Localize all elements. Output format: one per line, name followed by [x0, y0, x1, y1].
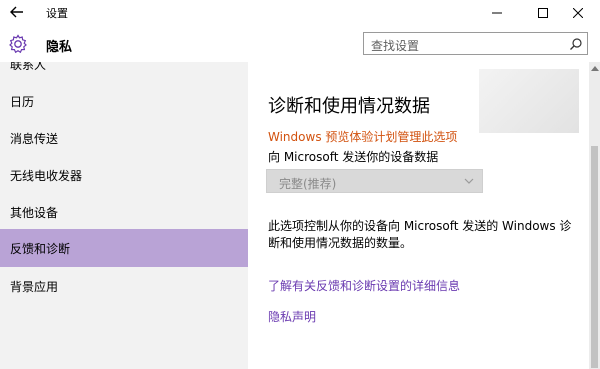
page-title: 隐私: [46, 40, 73, 55]
section-heading: 诊断和使用情况数据: [268, 96, 430, 117]
learn-more-link[interactable]: 了解有关反馈和诊断设置的详细信息: [268, 277, 460, 294]
sidebar-item-messaging[interactable]: 消息传送: [0, 119, 248, 157]
diagnostic-level-dropdown[interactable]: 完整(推荐): [266, 169, 483, 193]
scrollbar[interactable]: [589, 62, 600, 369]
chevron-down-icon: [464, 178, 474, 184]
sidebar-item-feedback-diagnostics[interactable]: 反馈和诊断: [0, 229, 248, 267]
scroll-thumb[interactable]: [591, 146, 598, 368]
back-button[interactable]: [6, 2, 28, 22]
sidebar-item-label: 消息传送: [10, 132, 59, 146]
dropdown-selected-value: 完整(推荐): [279, 177, 337, 191]
window-title: 设置: [46, 7, 68, 20]
sidebar-item-label: 背景应用: [10, 280, 59, 294]
main-content: 诊断和使用情况数据 Windows 预览体验计划管理此选项 向 Microsof…: [248, 62, 589, 369]
description-text: 此选项控制从你的设备向 Microsoft 发送的 Windows 诊断和使用情…: [268, 219, 572, 250]
sidebar: 联系人 日历 消息传送 无线电收发器 其他设备 反馈和诊断 背景应用: [0, 62, 248, 369]
sidebar-item-contacts[interactable]: 联系人: [10, 62, 46, 73]
sidebar-item-background-apps[interactable]: 背景应用: [0, 267, 248, 305]
sidebar-item-label: 反馈和诊断: [10, 242, 71, 256]
thumbnail-image: [479, 69, 579, 133]
gear-icon: [9, 34, 27, 54]
back-arrow-icon: [10, 6, 23, 18]
title-bar: 设置: [0, 0, 600, 25]
sidebar-item-calendar[interactable]: 日历: [0, 82, 248, 120]
managed-warning: Windows 预览体验计划管理此选项: [268, 130, 458, 144]
sidebar-item-radios[interactable]: 无线电收发器: [0, 156, 248, 194]
sidebar-item-label: 无线电收发器: [10, 169, 83, 183]
privacy-statement-link[interactable]: 隐私声明: [268, 308, 316, 325]
close-icon: [573, 7, 583, 18]
minimize-button[interactable]: [474, 0, 520, 25]
send-data-label: 向 Microsoft 发送你的设备数据: [268, 150, 439, 164]
sidebar-item-other-devices[interactable]: 其他设备: [0, 193, 248, 231]
maximize-icon: [538, 7, 548, 18]
sidebar-item-label: 其他设备: [10, 206, 59, 220]
sidebar-item-label: 日历: [10, 95, 35, 109]
close-button[interactable]: [555, 0, 600, 25]
scroll-up-icon[interactable]: [591, 66, 599, 71]
minimize-icon: [492, 12, 502, 13]
search-input[interactable]: 查找设置: [363, 32, 588, 55]
page-header: 隐私 查找设置: [0, 25, 600, 62]
search-icon[interactable]: [569, 37, 583, 51]
search-placeholder: 查找设置: [371, 39, 420, 53]
